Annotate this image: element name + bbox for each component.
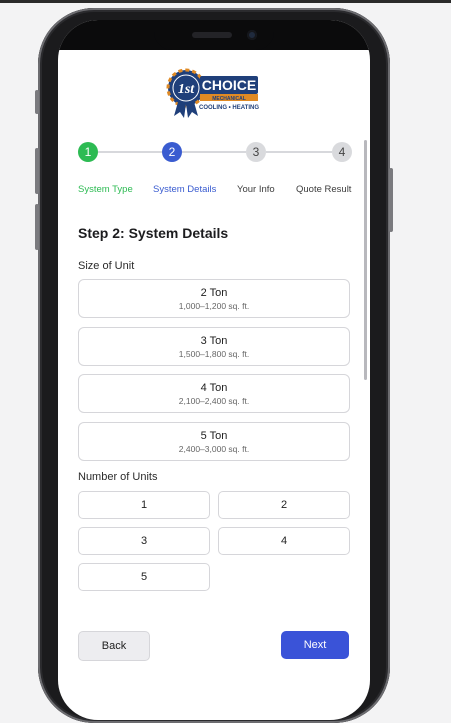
step-4-indicator: 4: [332, 142, 352, 162]
volume-up-button: [35, 148, 39, 194]
top-edge-bar: [0, 0, 451, 3]
size-option-title: 3 Ton: [200, 335, 228, 347]
stepper-connector: [98, 151, 162, 153]
size-option-subtitle: 2,400–3,000 sq. ft.: [178, 444, 250, 454]
step-title: Step 2: System Details: [78, 225, 229, 241]
step-3-label: Your Info: [237, 184, 275, 195]
unit-count-4-button[interactable]: 4: [218, 527, 350, 555]
step-2-label: System Details: [153, 184, 217, 195]
unit-count-5-button[interactable]: 5: [78, 563, 210, 591]
size-of-unit-label: Size of Unit: [78, 260, 135, 272]
size-option-5-ton[interactable]: 5 Ton 2,400–3,000 sq. ft.: [78, 422, 350, 461]
step-4-label: Quote Result: [296, 184, 352, 195]
size-option-4-ton[interactable]: 4 Ton 2,100–2,400 sq. ft.: [78, 374, 350, 413]
size-option-subtitle: 1,000–1,200 sq. ft.: [178, 301, 250, 311]
unit-count-3-button[interactable]: 3: [78, 527, 210, 555]
logo-brand-name: CHOICE: [202, 77, 256, 93]
step-3-indicator: 3: [246, 142, 266, 162]
size-option-2-ton[interactable]: 2 Ton 1,000–1,200 sq. ft.: [78, 279, 350, 318]
speaker-grille: [192, 32, 232, 38]
step-1-indicator: 1: [78, 142, 98, 162]
stepper-connector: [266, 151, 332, 153]
logo-tagline-2: COOLING • HEATING: [199, 105, 259, 111]
step-1-label: System Type: [78, 184, 133, 195]
logo-tagline-1: MECHANICAL: [212, 96, 246, 102]
logo-badge-text: 1st: [178, 82, 195, 97]
power-button: [389, 168, 393, 232]
size-option-title: 5 Ton: [200, 430, 228, 442]
volume-down-button: [35, 204, 39, 250]
step-2-indicator: 2: [162, 142, 182, 162]
unit-count-1-button[interactable]: 1: [78, 491, 210, 519]
stepper-connector: [182, 151, 246, 153]
unit-count-2-button[interactable]: 2: [218, 491, 350, 519]
company-logo: 1st CHOICE MECHANICAL COOLING • HEATING: [164, 64, 262, 120]
size-option-title: 2 Ton: [200, 287, 228, 299]
back-button[interactable]: Back: [78, 631, 150, 661]
phone-screen: 1st CHOICE MECHANICAL COOLING • HEATING …: [58, 20, 370, 720]
number-of-units-label: Number of Units: [78, 471, 158, 483]
size-option-subtitle: 1,500–1,800 sq. ft.: [178, 349, 250, 359]
mute-switch: [35, 90, 39, 114]
next-button[interactable]: Next: [281, 631, 349, 659]
size-option-3-ton[interactable]: 3 Ton 1,500–1,800 sq. ft.: [78, 327, 350, 366]
scrollbar[interactable]: [364, 140, 367, 380]
size-option-subtitle: 2,100–2,400 sq. ft.: [178, 396, 250, 406]
front-camera: [247, 30, 257, 40]
size-option-title: 4 Ton: [200, 382, 228, 394]
